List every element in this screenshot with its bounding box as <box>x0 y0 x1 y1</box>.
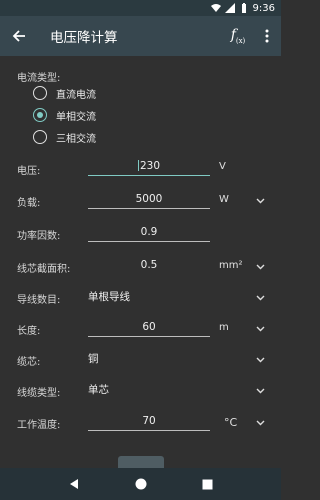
formula-button[interactable]: f(x) <box>223 16 253 56</box>
radio-button[interactable] <box>33 130 47 144</box>
voltage-unit: V <box>219 161 226 172</box>
radio-button-checked[interactable] <box>33 108 47 122</box>
load-value: 5000 <box>135 192 163 205</box>
temperature-value: 70 <box>142 414 156 427</box>
radio-three-phase[interactable]: 三相交流 <box>33 127 96 147</box>
load-unit-dropdown-chevron-icon[interactable] <box>256 196 265 205</box>
load-unit: W <box>219 194 229 205</box>
power-factor-input[interactable]: 0.9 <box>88 222 210 242</box>
formula-icon: f(x) <box>230 27 246 45</box>
cross-section-select[interactable]: 0.5 <box>88 255 210 275</box>
more-vert-icon <box>265 29 269 43</box>
current-type-label: 电流类型: <box>17 73 61 84</box>
load-input[interactable]: 5000 <box>88 189 210 209</box>
cable-type-label: 线缆类型: <box>17 388 61 399</box>
length-value: 60 <box>142 320 156 333</box>
core-select[interactable]: 铜 <box>88 348 238 368</box>
power-factor-label: 功率因数: <box>17 231 61 242</box>
more-options-button[interactable] <box>253 16 281 56</box>
length-input[interactable]: 60 <box>88 317 210 337</box>
length-unit: m <box>219 322 229 333</box>
cable-type-dropdown-chevron-icon[interactable] <box>256 386 265 395</box>
arrow-back-icon <box>12 30 25 42</box>
length-label: 长度: <box>17 326 41 337</box>
temperature-label: 工作温度: <box>17 420 61 431</box>
status-bar: 9:36 <box>0 0 281 16</box>
cable-type-select[interactable]: 单芯 <box>88 379 238 399</box>
nav-back-icon[interactable] <box>68 478 80 490</box>
back-button[interactable] <box>0 16 38 56</box>
cross-section-unit: mm² <box>219 260 243 271</box>
temperature-input[interactable]: 70 <box>88 411 210 431</box>
cross-section-label: 线芯截面积: <box>17 264 71 275</box>
status-time: 9:36 <box>252 2 275 14</box>
radio-label: 直流电流 <box>56 89 96 101</box>
nav-recents-icon[interactable] <box>202 479 213 490</box>
core-dropdown-chevron-icon[interactable] <box>256 355 265 364</box>
nav-home-icon[interactable] <box>135 478 147 490</box>
core-value: 铜 <box>88 352 99 365</box>
radio-single-phase[interactable]: 单相交流 <box>33 105 96 125</box>
radio-dc[interactable]: 直流电流 <box>33 83 96 103</box>
temperature-unit: °C <box>224 416 238 429</box>
wifi-icon <box>210 4 221 12</box>
cross-section-dropdown-chevron-icon[interactable] <box>256 262 265 271</box>
power-factor-value: 0.9 <box>140 225 158 238</box>
temperature-unit-dropdown-chevron-icon[interactable] <box>256 418 265 427</box>
app-bar: 电压降计算 f(x) <box>0 16 281 56</box>
signal-icon <box>224 3 235 13</box>
system-nav-bar <box>0 468 281 500</box>
wire-count-value: 单根导线 <box>88 290 130 303</box>
radio-label: 三相交流 <box>56 133 96 145</box>
radio-button[interactable] <box>33 86 47 100</box>
voltage-input[interactable]: 230 <box>88 156 210 176</box>
cable-type-value: 单芯 <box>88 383 109 396</box>
radio-label: 单相交流 <box>56 111 96 123</box>
battery-icon <box>241 3 246 13</box>
load-label: 负载: <box>17 198 41 209</box>
wire-count-select[interactable]: 单根导线 <box>88 286 238 306</box>
form-content: 电流类型: 直流电流 单相交流 三相交流 电压: 230 V 负载: 5000 … <box>0 56 281 458</box>
page-title: 电压降计算 <box>50 30 118 46</box>
wire-count-dropdown-chevron-icon[interactable] <box>256 293 265 302</box>
text-cursor <box>137 160 139 171</box>
core-label: 缆芯: <box>17 357 41 368</box>
calculate-button[interactable] <box>118 456 164 468</box>
cross-section-value: 0.5 <box>140 259 158 271</box>
voltage-label: 电压: <box>17 166 41 177</box>
voltage-value: 230 <box>139 159 161 172</box>
length-unit-dropdown-chevron-icon[interactable] <box>256 324 265 333</box>
wire-count-label: 导线数目: <box>17 295 61 306</box>
